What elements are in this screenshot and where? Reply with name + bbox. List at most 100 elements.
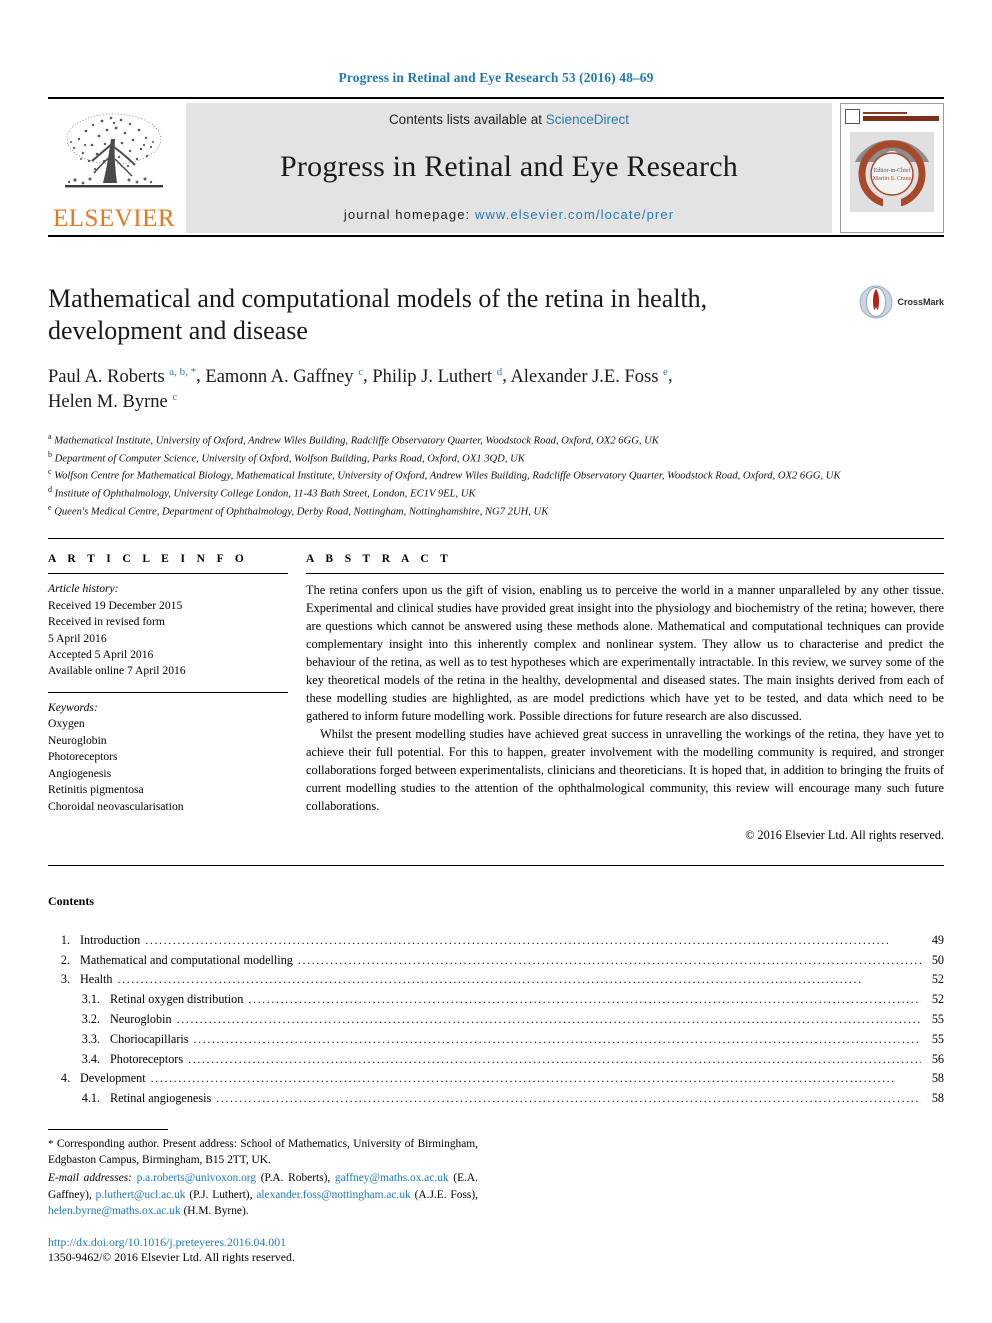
article-history-label: Article history:: [48, 582, 119, 596]
affiliations-list: a Mathematical Institute, University of …: [48, 431, 944, 520]
toc-entry[interactable]: 3. Health ..............................…: [48, 970, 944, 990]
corresponding-author-text: Corresponding author. Present address: S…: [48, 1137, 478, 1167]
author-affiliation-marker: e: [663, 365, 668, 378]
journal-cover-eye-icon: Editor-in-Chief Martin S. Cranz: [850, 132, 934, 212]
sciencedirect-link[interactable]: ScienceDirect: [546, 112, 629, 127]
author-item: Eamonn A. Gaffney c: [205, 365, 364, 387]
affiliation-marker: a: [48, 431, 52, 441]
toc-label: Retinal angiogenesis: [110, 1091, 212, 1106]
toc-page-number: 49: [931, 932, 944, 947]
crossmark-badge[interactable]: CrossMark: [859, 285, 944, 319]
toc-number: 4.: [60, 1071, 70, 1086]
email-link[interactable]: p.luthert@ucl.ac.uk: [96, 1189, 186, 1201]
toc-entry[interactable]: 4. Development .........................…: [48, 1069, 944, 1089]
journal-cover-thumbnail[interactable]: Editor-in-Chief Martin S. Cranz: [840, 103, 944, 233]
author-affiliation-marker: c: [358, 365, 364, 378]
history-item: Accepted 5 April 2016: [48, 647, 154, 661]
toc-leader-dots: ........................................…: [117, 972, 863, 987]
corresponding-author-marker: *: [48, 1137, 54, 1150]
footnote-area: * Corresponding author. Present address:…: [48, 1128, 478, 1265]
elsevier-tree-icon: [65, 113, 163, 188]
toc-entry[interactable]: 3.4. Photoreceptors ....................…: [48, 1050, 944, 1070]
toc-page-number: 58: [931, 1071, 944, 1086]
keyword-item: Oxygen: [48, 717, 85, 731]
affiliation-marker: e: [48, 503, 52, 513]
email-owner: (H.M. Byrne).: [183, 1204, 249, 1217]
toc-leader-dots: ........................................…: [150, 1071, 896, 1086]
article-info-heading-rule: [48, 573, 288, 575]
footnote-divider-rule: [48, 1128, 168, 1130]
affiliation-item: a Mathematical Institute, University of …: [48, 431, 944, 449]
toc-page-number: 52: [931, 992, 944, 1007]
svg-text:Martin S. Cranz: Martin S. Cranz: [873, 176, 912, 182]
abstract-heading-rule: [306, 573, 944, 575]
toc-entry[interactable]: 3.2. Neuroglobin .......................…: [48, 1010, 944, 1030]
contents-lists-prefix: Contents lists available at: [388, 112, 546, 127]
author-list: Paul A. Roberts a, b, *, Eamonn A. Gaffn…: [48, 365, 673, 412]
affiliation-marker: b: [48, 449, 52, 459]
keyword-item: Choroidal neovascularisation: [48, 799, 184, 813]
affiliation-text: Queen's Medical Centre, Department of Op…: [54, 506, 549, 518]
toc-page-number: 55: [931, 1031, 944, 1046]
journal-homepage-link[interactable]: www.elsevier.com/locate/prer: [475, 207, 674, 222]
author-name: Philip J. Luthert: [372, 366, 493, 387]
toc-label: Choriocapillaris: [110, 1031, 189, 1046]
email-link[interactable]: gaffney@maths.ox.ac.uk: [335, 1172, 449, 1184]
affiliation-item: b Department of Computer Science, Univer…: [48, 449, 944, 467]
affiliation-item: e Queen's Medical Centre, Department of …: [48, 502, 944, 520]
toc-number: 3.2.: [81, 1012, 100, 1026]
author-name: Eamonn A. Gaffney: [205, 366, 354, 387]
toc-entry[interactable]: 4.1. Retinal angiogenesis ..............…: [48, 1089, 944, 1109]
email-link[interactable]: p.a.roberts@univoxon.org: [137, 1172, 256, 1184]
toc-entry[interactable]: 3.3. Choriocapillaris ..................…: [48, 1030, 944, 1050]
journal-homepage-line: journal homepage: www.elsevier.com/locat…: [344, 207, 674, 222]
toc-number: 3.1.: [81, 992, 100, 1007]
email-link[interactable]: helen.byrne@maths.ox.ac.uk: [48, 1205, 181, 1217]
keyword-item: Neuroglobin: [48, 733, 107, 747]
author-item: Helen M. Byrne c: [48, 391, 177, 412]
toc-entry[interactable]: 1. Introduction ........................…: [48, 931, 944, 951]
issn-copyright-line: 1350-9462/© 2016 Elsevier Ltd. All right…: [48, 1250, 295, 1264]
keyword-item: Angiogenesis: [48, 766, 112, 780]
toc-label: Mathematical and computational modelling: [80, 952, 293, 967]
abstract-body: The retina confers upon us the gift of v…: [306, 582, 944, 816]
email-link[interactable]: alexander.foss@nottingham.ac.uk: [256, 1189, 410, 1201]
toc-number: 1.: [60, 932, 70, 947]
toc-entry[interactable]: 2. Mathematical and computational modell…: [48, 951, 944, 971]
author-name: Paul A. Roberts: [48, 366, 165, 387]
doi-link[interactable]: http://dx.doi.org/10.1016/j.preteyeres.2…: [48, 1235, 478, 1250]
toc-page-number: 52: [931, 972, 944, 987]
article-info-heading: A R T I C L E I N F O: [48, 553, 249, 566]
elsevier-wordmark: ELSEVIER: [52, 205, 176, 232]
toc-page-number: 56: [931, 1051, 944, 1066]
toc-page-number: 55: [931, 1012, 944, 1026]
masthead-center-panel: Contents lists available at ScienceDirec…: [186, 103, 832, 233]
toc-number: 3.3.: [81, 1031, 100, 1046]
abstract-paragraph: The retina confers upon us the gift of v…: [306, 583, 944, 724]
author-affiliation-marker: d: [496, 365, 503, 378]
affiliation-text: Wolfson Centre for Mathematical Biology,…: [54, 471, 841, 482]
svg-text:Editor-in-Chief: Editor-in-Chief: [874, 167, 911, 174]
author-item: Philip J. Luthert d: [372, 365, 503, 387]
toc-entry[interactable]: 3.1. Retinal oxygen distribution .......…: [48, 990, 944, 1010]
info-section-top-rule: [48, 538, 944, 540]
abstract-column: A B S T R A C T The retina confers upon …: [306, 553, 944, 843]
journal-title: Progress in Retinal and Eye Research: [280, 150, 738, 183]
toc-number: 3.: [60, 972, 70, 987]
table-of-contents: 1. Introduction ........................…: [48, 931, 944, 1109]
page-title: Mathematical and computational models of…: [48, 284, 708, 345]
toc-leader-dots: ........................................…: [248, 992, 921, 1007]
toc-label: Development: [80, 1071, 146, 1086]
author-affiliation-marker: a, b, *: [169, 365, 197, 378]
contents-section: Contents 1. Introduction ...............…: [48, 894, 944, 1109]
email-owner: (A.J.E. Foss),: [414, 1188, 478, 1201]
running-head: Progress in Retinal and Eye Research 53 …: [338, 70, 654, 85]
masthead-bottom-rule: [48, 235, 944, 237]
toc-number: 4.1.: [81, 1091, 100, 1106]
journal-masthead: ELSEVIER Contents lists available at Sci…: [48, 103, 944, 233]
header-divider-rule: [48, 97, 944, 99]
homepage-prefix: journal homepage:: [343, 207, 475, 222]
affiliation-text: Mathematical Institute, University of Ox…: [54, 435, 659, 447]
article-history-block: Article history: Received 19 December 20…: [48, 581, 288, 680]
email-addresses-label: E-mail addresses:: [48, 1172, 132, 1185]
